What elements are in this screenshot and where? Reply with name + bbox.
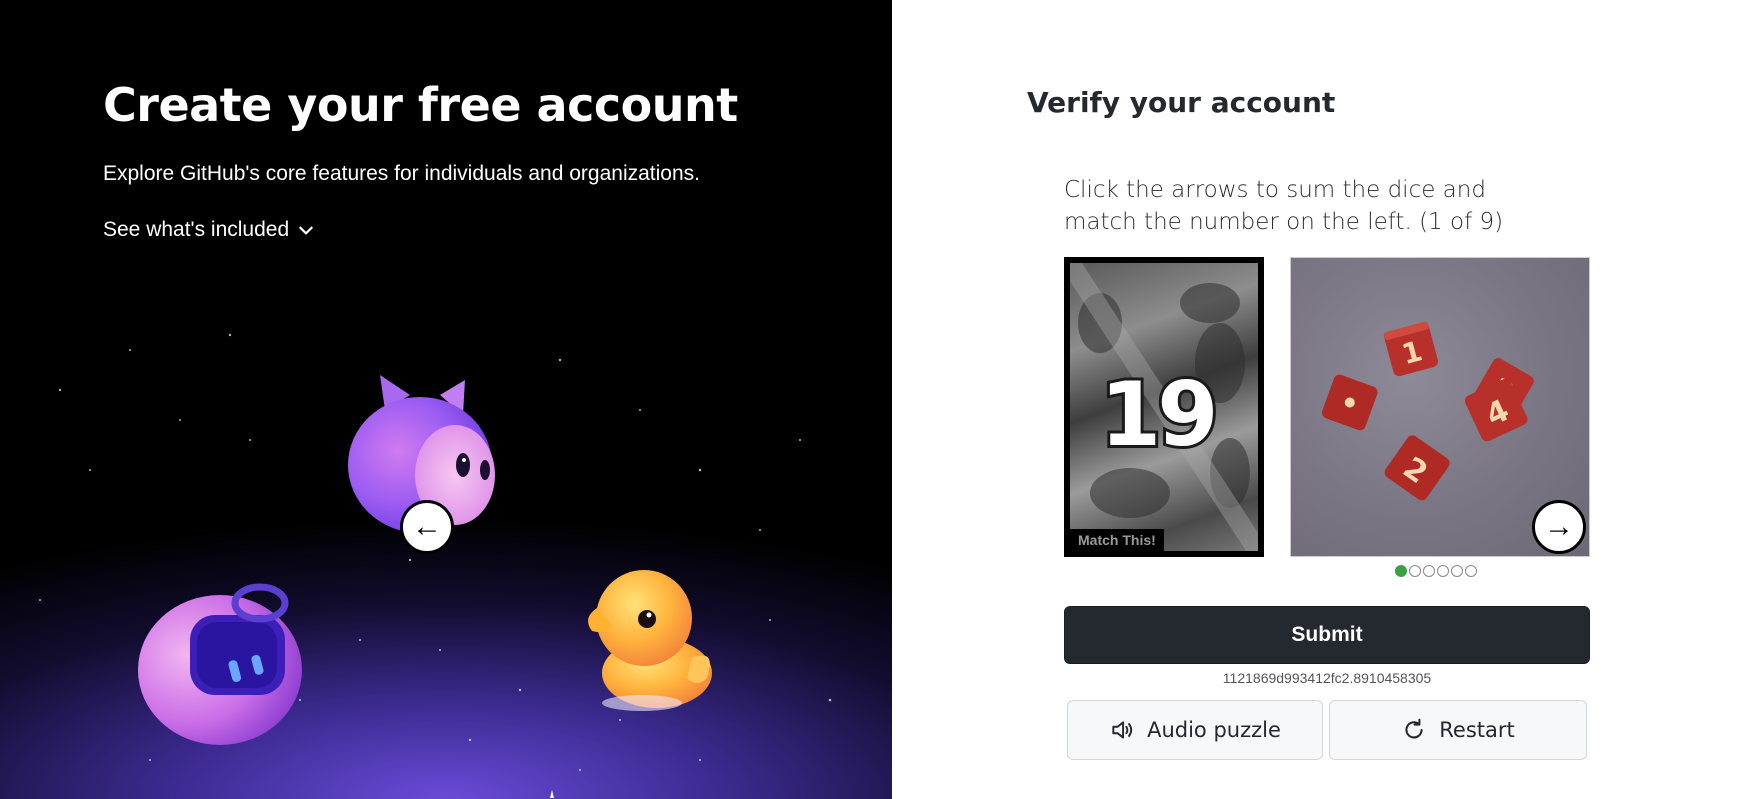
- submit-button[interactable]: Submit: [1064, 606, 1590, 664]
- match-this-label: Match This!: [1070, 529, 1164, 551]
- previous-dice-button[interactable]: ←: [400, 500, 454, 554]
- progress-dot: [1437, 565, 1449, 577]
- next-dice-button[interactable]: →: [1532, 500, 1586, 554]
- progress-dot: [1395, 565, 1407, 577]
- page-title: Create your free account: [103, 78, 738, 132]
- verify-title: Verify your account: [1027, 86, 1336, 119]
- progress-dot: [1451, 565, 1463, 577]
- arrow-right-icon: →: [1544, 510, 1574, 543]
- progress-dot: [1423, 565, 1435, 577]
- progress-dot: [1409, 565, 1421, 577]
- verification-panel: Verify your account Click the arrows to …: [892, 0, 1749, 799]
- signup-hero-panel: Create your free account Explore GitHub'…: [0, 0, 892, 799]
- see-whats-included-toggle[interactable]: See what's included: [103, 218, 315, 242]
- speaker-icon: [1112, 721, 1133, 739]
- captcha-instruction: Click the arrows to sum the dice and mat…: [1064, 177, 1504, 235]
- arrow-left-icon: ←: [412, 510, 442, 543]
- duck-mascot-illustration: [588, 570, 712, 711]
- restart-label: Restart: [1439, 718, 1515, 742]
- see-whats-included-label: See what's included: [103, 218, 290, 241]
- robot-mascot-illustration: [138, 583, 302, 745]
- progress-dot: [1465, 565, 1477, 577]
- target-number: 19: [1097, 360, 1222, 469]
- audio-puzzle-label: Audio puzzle: [1147, 718, 1281, 742]
- refresh-icon: [1405, 718, 1423, 739]
- target-number-card: 19 Match This!: [1064, 257, 1264, 557]
- chevron-down-icon: [299, 226, 313, 235]
- target-number-image: 19 Match This!: [1070, 263, 1258, 551]
- puzzle-progress-dots: [1395, 565, 1477, 577]
- restart-button[interactable]: Restart: [1329, 700, 1587, 760]
- audio-puzzle-button[interactable]: Audio puzzle: [1067, 700, 1323, 760]
- page-subtitle: Explore GitHub's core features for indiv…: [103, 162, 700, 185]
